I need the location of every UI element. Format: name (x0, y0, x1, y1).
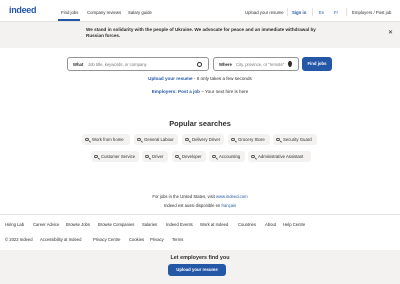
banner-text: We stand in solidarity with the people o… (86, 27, 316, 39)
popular-search-chip[interactable]: Accounting (209, 151, 245, 162)
us-site-link[interactable]: www.indeed.com (216, 194, 248, 199)
close-icon[interactable]: ✕ (388, 29, 393, 36)
upload-resume-line: Upload your resume - It only takes a few… (0, 76, 400, 81)
employers-band-title: Let employers find you (170, 255, 230, 261)
us-site-line: For jobs in the United States, visit www… (0, 194, 400, 199)
footer-link[interactable]: Privacy Centre (93, 237, 120, 242)
search-icon (85, 137, 89, 141)
nav-active-indicator (58, 19, 80, 21)
upload-resume-note: - It only takes a few seconds (192, 76, 252, 81)
footer-link[interactable]: Work at Indeed (200, 222, 228, 227)
nav-employers[interactable]: Employers / Post job (352, 10, 391, 15)
where-input[interactable]: City, province, or "remote" (236, 62, 284, 67)
footer-link[interactable]: Cookies (129, 237, 144, 242)
lang-fr-link[interactable]: Fr (334, 10, 338, 15)
popular-search-chip[interactable]: Grocery Store (228, 134, 270, 145)
popular-search-chip[interactable]: Security Guard (273, 134, 317, 145)
search-icon (145, 154, 149, 158)
nav-find-jobs[interactable]: Find jobs (61, 10, 78, 15)
footer-link[interactable]: About (265, 222, 276, 227)
popular-search-chip[interactable]: General Labour (134, 134, 178, 145)
footer-link[interactable]: Salaries (142, 222, 157, 227)
search-icon (231, 137, 235, 141)
nav-salary-guide[interactable]: Salary guide (128, 10, 152, 15)
what-label: What (73, 62, 84, 67)
where-label: Where (219, 62, 232, 67)
location-icon (288, 61, 292, 67)
footer-link[interactable]: Help Centre (283, 222, 305, 227)
search-icon (212, 154, 216, 158)
french-site-link[interactable]: français (221, 203, 236, 208)
footer-divider (0, 214, 400, 215)
upload-resume-button[interactable]: Upload your resume (168, 264, 226, 276)
nav-divider (287, 8, 288, 16)
search-icon (94, 154, 98, 158)
footer-link[interactable]: Browse Jobs (66, 222, 90, 227)
us-site-text: For jobs in the United States, visit (152, 194, 216, 199)
where-search-field[interactable]: Where City, province, or "remote" (213, 57, 299, 71)
top-nav: indeed Find jobs Company reviews Salary … (0, 0, 400, 22)
search-icon (251, 154, 255, 158)
footer-link[interactable]: Terms (172, 237, 183, 242)
nav-upload-resume[interactable]: Upload your resume (245, 10, 284, 15)
nav-company-reviews[interactable]: Company reviews (87, 10, 121, 15)
copyright: © 2022 Indeed (5, 237, 33, 242)
footer-link[interactable]: Browse Companies (98, 222, 134, 227)
employers-note: – Your next hire is here (199, 89, 249, 94)
search-icon (276, 137, 280, 141)
footer-link[interactable]: Hiring Lab (5, 222, 24, 227)
popular-search-chip[interactable]: Customer Service (91, 151, 139, 162)
popular-search-chip[interactable]: Work from home (82, 134, 130, 145)
french-site-line: Indeed est aussi disponible en français (0, 203, 400, 208)
popular-search-chip[interactable]: Delivery Driver (182, 134, 224, 145)
solidarity-banner: We stand in solidarity with the people o… (0, 22, 400, 48)
employers-line: Employers: Post a job – Your next hire i… (0, 89, 400, 94)
employers-post-job-link[interactable]: Employers: Post a job (152, 89, 200, 94)
lang-en-link[interactable]: En (319, 10, 324, 15)
search-icon (185, 137, 189, 141)
popular-searches-title: Popular searches (169, 119, 231, 128)
nav-divider (346, 8, 347, 16)
popular-search-chip[interactable]: Driver (142, 151, 168, 162)
popular-search-chip[interactable]: Developer (172, 151, 206, 162)
footer-link[interactable]: Career Advice (33, 222, 59, 227)
footer-link[interactable]: Indeed Events (166, 222, 193, 227)
find-jobs-button[interactable]: Find jobs (302, 57, 332, 71)
footer-link[interactable]: Countries (238, 222, 256, 227)
french-site-text: Indeed est aussi disponible en (163, 203, 222, 208)
indeed-logo[interactable]: indeed (9, 5, 37, 15)
nav-divider (312, 8, 313, 16)
nav-sign-in[interactable]: Sign in (292, 10, 306, 15)
search-icon (197, 61, 202, 67)
footer-link[interactable]: Privacy (150, 237, 164, 242)
what-input[interactable]: Job title, keywords, or company (88, 62, 147, 67)
upload-resume-link[interactable]: Upload your resume (148, 76, 192, 81)
search-icon (175, 154, 179, 158)
footer-link[interactable]: Accessibility at Indeed (40, 237, 81, 242)
popular-search-chip[interactable]: Administrative Assistant (248, 151, 311, 162)
what-search-field[interactable]: What Job title, keywords, or company (67, 57, 209, 71)
search-icon (137, 137, 141, 141)
